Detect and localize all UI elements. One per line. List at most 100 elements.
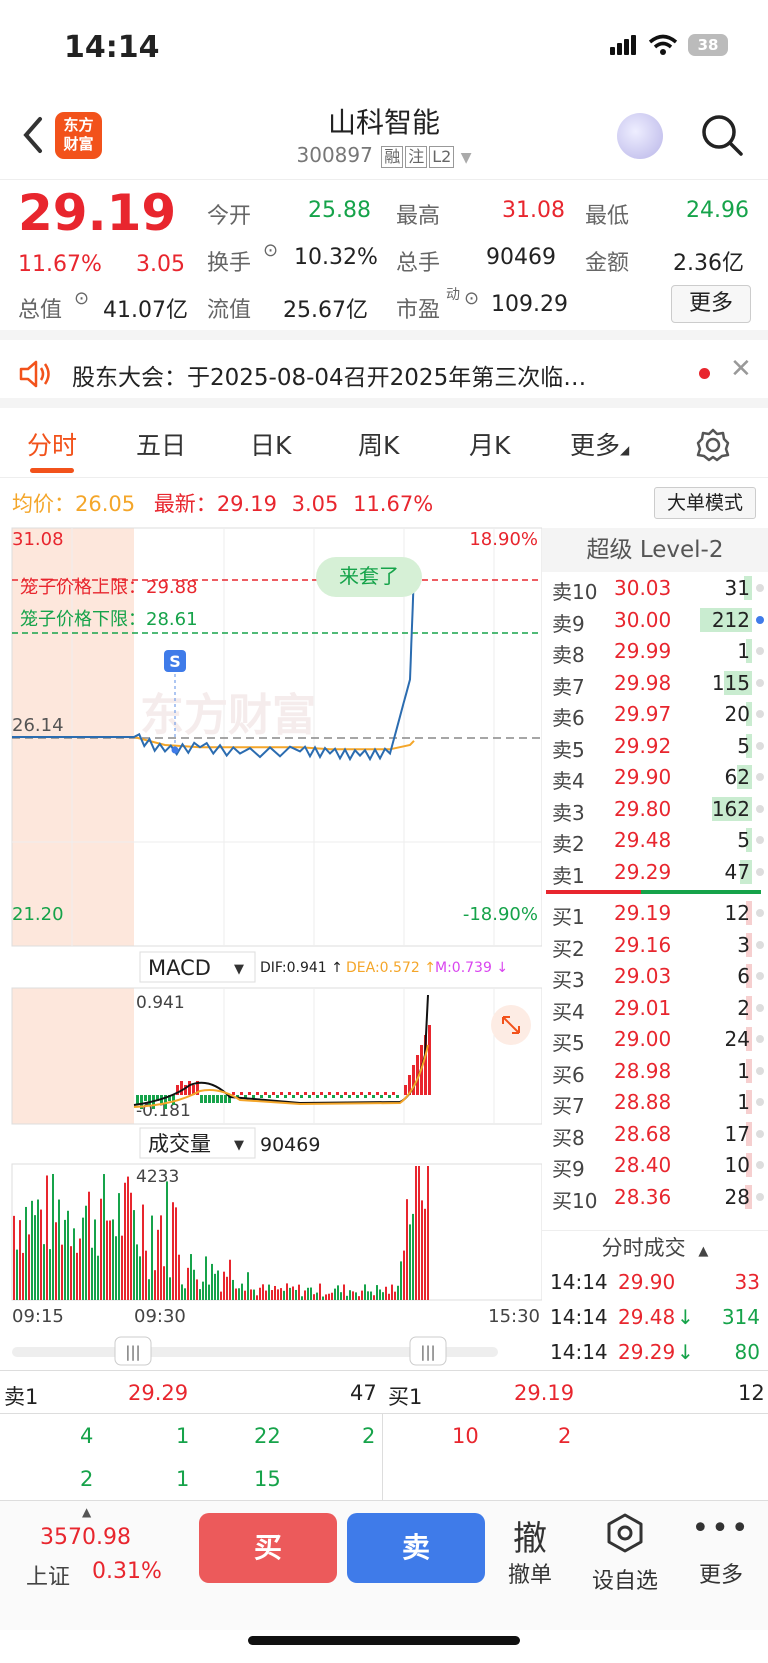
level-price: 29.80 [614, 796, 672, 821]
level-volume: 1 [737, 1090, 750, 1114]
bid-row[interactable]: 买10 28.36 28 [542, 1181, 768, 1213]
time-start-label: 09:15 [12, 1306, 64, 1327]
macd-bar [316, 1095, 319, 1098]
info-dots-icon[interactable]: ⊙ [464, 288, 479, 309]
macd-bar [356, 1095, 359, 1098]
more-button[interactable]: 更多 [671, 285, 751, 323]
ask-row[interactable]: 卖3 29.80 162 [542, 793, 768, 825]
dropdown-caret-icon[interactable]: ▼ [461, 150, 472, 166]
ask-row[interactable]: 卖1 29.29 47 [542, 856, 768, 888]
unread-dot [699, 368, 710, 379]
volume-bar [187, 1267, 189, 1300]
tab-monthly-k[interactable]: 月K [469, 426, 510, 462]
bottom-toolbar: ▲ 3570.98 上证 0.31% 买 卖 撤 撤单 设自选 ••• 更多 [0, 1500, 768, 1630]
volume-bar [76, 1252, 78, 1300]
tab-daily-k[interactable]: 日K [250, 426, 291, 462]
bid-row[interactable]: 买3 29.03 6 [542, 960, 768, 992]
level-volume: 20 [724, 702, 750, 726]
bid-row[interactable]: 买1 29.19 12 [542, 897, 768, 929]
volume-bar [79, 1238, 81, 1300]
level-volume: 162 [711, 796, 750, 821]
level-price: 29.03 [614, 964, 672, 988]
volume-bar [382, 1292, 384, 1300]
level-price: 29.48 [614, 828, 672, 852]
settings-gear-icon[interactable] [695, 427, 731, 463]
volume-bar [49, 1249, 51, 1300]
volume-bar [250, 1289, 252, 1300]
volume-bar [211, 1263, 213, 1300]
tab-five-day[interactable]: 五日 [136, 426, 186, 462]
volume-bar [37, 1199, 39, 1300]
more-label: 更多 [698, 1563, 743, 1588]
macd-bar [296, 1092, 299, 1095]
ask-row[interactable]: 卖9 30.00 212 [542, 604, 768, 636]
more-menu-button[interactable]: ••• 更多 [686, 1511, 756, 1589]
trades-header[interactable]: 分时成交 ▲ [542, 1230, 768, 1264]
volume-bar [370, 1291, 372, 1300]
ask-row[interactable]: 卖7 29.98 115 [542, 667, 768, 699]
ask-row[interactable]: 卖2 29.48 5 [542, 824, 768, 856]
tab-intraday[interactable]: 分时 [27, 426, 77, 462]
macd-bar [332, 1095, 335, 1098]
big-order-mode-button[interactable]: 大单模式 [654, 487, 756, 519]
ask-row[interactable]: 卖6 29.97 20 [542, 698, 768, 730]
sell-button[interactable]: 卖 [347, 1513, 485, 1583]
bid-row[interactable]: 买9 28.40 10 [542, 1149, 768, 1181]
level-price: 28.40 [614, 1153, 672, 1177]
bid-row[interactable]: 买2 29.16 3 [542, 929, 768, 961]
tab-weekly-k[interactable]: 周K [358, 426, 399, 462]
bid-row[interactable]: 买8 28.68 17 [542, 1118, 768, 1150]
volume-bar [142, 1204, 144, 1300]
ask-row[interactable]: 卖8 29.99 1 [542, 635, 768, 667]
volume-bar [91, 1247, 93, 1300]
volume-bar [109, 1220, 111, 1300]
ask-row[interactable]: 卖10 30.03 31 [542, 572, 768, 604]
macd-bar [308, 1095, 311, 1098]
grip-icon: ||| [420, 1343, 435, 1361]
indicator-dot [756, 972, 764, 980]
macd-bar [396, 1095, 399, 1098]
level-volume: 212 [711, 607, 750, 632]
notice-bar[interactable]: 股东大会：于2025-08-04召开2025年第三次临… ✕ [0, 340, 768, 408]
home-indicator [248, 1636, 520, 1645]
bid-row[interactable]: 买4 29.01 2 [542, 992, 768, 1024]
high-label: 最高 [396, 204, 441, 229]
buy-button[interactable]: 买 [199, 1513, 337, 1583]
last-label: 最新： [153, 492, 217, 516]
level-price: 28.98 [614, 1058, 672, 1083]
book-divider [542, 887, 768, 897]
macd-bar [364, 1095, 367, 1098]
bid-row[interactable]: 买5 29.00 24 [542, 1023, 768, 1055]
macd-bar [404, 1085, 407, 1095]
macd-bar [264, 1092, 267, 1095]
volume-bar [145, 1250, 147, 1300]
level-label: 卖9 [552, 611, 585, 636]
tab-more[interactable]: 更多◢ [570, 426, 629, 462]
volume-bar [304, 1290, 306, 1300]
index-value[interactable]: 3570.98 [40, 1525, 131, 1550]
trade-volume: 80 [734, 1340, 760, 1364]
cancel-order-button[interactable]: 撤 撤单 [495, 1511, 565, 1589]
level-volume: 12 [724, 901, 750, 925]
volume-bar [358, 1296, 360, 1300]
intraday-chart[interactable]: 31.08 21.20 26.14 18.90% -18.90% 笼子价格上限：… [0, 525, 542, 1370]
stock-code: 300897 [296, 143, 373, 167]
ask-row[interactable]: 卖4 29.90 62 [542, 761, 768, 793]
volume-bar [58, 1199, 60, 1300]
volume-bar [13, 1215, 15, 1300]
macd-bar [148, 1095, 151, 1105]
bid-row[interactable]: 买6 28.98 1 [542, 1055, 768, 1087]
hexagon-icon [607, 1513, 643, 1553]
add-watchlist-button[interactable]: 设自选 [590, 1511, 660, 1595]
volume-bar [16, 1249, 18, 1300]
volume-bar [124, 1182, 126, 1300]
close-icon[interactable]: ✕ [730, 354, 752, 384]
info-dots-icon[interactable]: ⊙ [263, 240, 278, 261]
assistant-robot-icon[interactable] [617, 113, 663, 159]
ask-row[interactable]: 卖5 29.92 5 [542, 730, 768, 762]
volume-bar [199, 1289, 201, 1300]
search-icon[interactable] [700, 113, 744, 157]
open-value: 25.88 [308, 198, 371, 223]
bid-row[interactable]: 买7 28.88 1 [542, 1086, 768, 1118]
info-dots-icon[interactable]: ⊙ [74, 288, 89, 309]
